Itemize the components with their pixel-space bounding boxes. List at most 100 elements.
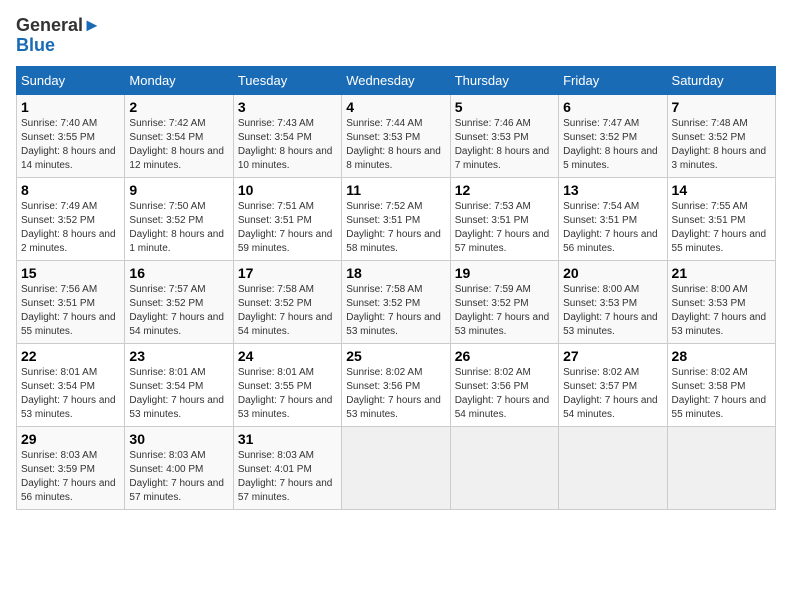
day-info: Sunrise: 8:00 AMSunset: 3:53 PMDaylight:…	[672, 284, 767, 337]
day-number: 17	[238, 265, 337, 281]
calendar-cell: 10 Sunrise: 7:51 AMSunset: 3:51 PMDaylig…	[233, 177, 341, 260]
calendar-cell: 4 Sunrise: 7:44 AMSunset: 3:53 PMDayligh…	[342, 94, 450, 177]
calendar-week-row: 1 Sunrise: 7:40 AMSunset: 3:55 PMDayligh…	[17, 94, 776, 177]
day-number: 21	[672, 265, 771, 281]
day-info: Sunrise: 7:54 AMSunset: 3:51 PMDaylight:…	[563, 201, 658, 254]
day-info: Sunrise: 7:40 AMSunset: 3:55 PMDaylight:…	[21, 118, 116, 171]
day-number: 2	[129, 99, 228, 115]
day-info: Sunrise: 8:03 AMSunset: 3:59 PMDaylight:…	[21, 450, 116, 503]
day-number: 26	[455, 348, 554, 364]
calendar-cell: 16 Sunrise: 7:57 AMSunset: 3:52 PMDaylig…	[125, 260, 233, 343]
calendar-week-row: 29 Sunrise: 8:03 AMSunset: 3:59 PMDaylig…	[17, 426, 776, 509]
logo-line2: Blue	[16, 36, 55, 56]
day-number: 4	[346, 99, 445, 115]
day-info: Sunrise: 8:03 AMSunset: 4:01 PMDaylight:…	[238, 450, 333, 503]
day-number: 20	[563, 265, 662, 281]
calendar-week-row: 22 Sunrise: 8:01 AMSunset: 3:54 PMDaylig…	[17, 343, 776, 426]
weekday-header-sunday: Sunday	[17, 66, 125, 94]
calendar-cell: 22 Sunrise: 8:01 AMSunset: 3:54 PMDaylig…	[17, 343, 125, 426]
logo-text-block: General► Blue	[16, 16, 101, 56]
day-number: 30	[129, 431, 228, 447]
day-info: Sunrise: 8:01 AMSunset: 3:54 PMDaylight:…	[129, 367, 224, 420]
calendar-cell: 13 Sunrise: 7:54 AMSunset: 3:51 PMDaylig…	[559, 177, 667, 260]
day-number: 1	[21, 99, 120, 115]
calendar-cell: 23 Sunrise: 8:01 AMSunset: 3:54 PMDaylig…	[125, 343, 233, 426]
calendar-cell: 24 Sunrise: 8:01 AMSunset: 3:55 PMDaylig…	[233, 343, 341, 426]
day-info: Sunrise: 7:44 AMSunset: 3:53 PMDaylight:…	[346, 118, 441, 171]
day-number: 18	[346, 265, 445, 281]
day-number: 6	[563, 99, 662, 115]
day-info: Sunrise: 8:01 AMSunset: 3:55 PMDaylight:…	[238, 367, 333, 420]
weekday-header-friday: Friday	[559, 66, 667, 94]
day-number: 3	[238, 99, 337, 115]
calendar-week-row: 15 Sunrise: 7:56 AMSunset: 3:51 PMDaylig…	[17, 260, 776, 343]
calendar-cell: 31 Sunrise: 8:03 AMSunset: 4:01 PMDaylig…	[233, 426, 341, 509]
calendar-cell: 1 Sunrise: 7:40 AMSunset: 3:55 PMDayligh…	[17, 94, 125, 177]
day-number: 16	[129, 265, 228, 281]
day-number: 12	[455, 182, 554, 198]
calendar-cell: 28 Sunrise: 8:02 AMSunset: 3:58 PMDaylig…	[667, 343, 775, 426]
calendar-cell: 30 Sunrise: 8:03 AMSunset: 4:00 PMDaylig…	[125, 426, 233, 509]
day-number: 29	[21, 431, 120, 447]
day-number: 7	[672, 99, 771, 115]
day-info: Sunrise: 8:02 AMSunset: 3:58 PMDaylight:…	[672, 367, 767, 420]
calendar-cell: 7 Sunrise: 7:48 AMSunset: 3:52 PMDayligh…	[667, 94, 775, 177]
day-info: Sunrise: 7:58 AMSunset: 3:52 PMDaylight:…	[238, 284, 333, 337]
calendar-cell: 25 Sunrise: 8:02 AMSunset: 3:56 PMDaylig…	[342, 343, 450, 426]
day-info: Sunrise: 7:56 AMSunset: 3:51 PMDaylight:…	[21, 284, 116, 337]
logo-line1: General►	[16, 16, 101, 36]
weekday-header-wednesday: Wednesday	[342, 66, 450, 94]
day-info: Sunrise: 8:02 AMSunset: 3:57 PMDaylight:…	[563, 367, 658, 420]
calendar-cell: 29 Sunrise: 8:03 AMSunset: 3:59 PMDaylig…	[17, 426, 125, 509]
weekday-header-thursday: Thursday	[450, 66, 558, 94]
calendar-cell: 18 Sunrise: 7:58 AMSunset: 3:52 PMDaylig…	[342, 260, 450, 343]
calendar-cell: 26 Sunrise: 8:02 AMSunset: 3:56 PMDaylig…	[450, 343, 558, 426]
day-number: 27	[563, 348, 662, 364]
day-info: Sunrise: 7:43 AMSunset: 3:54 PMDaylight:…	[238, 118, 333, 171]
weekday-header-row: SundayMondayTuesdayWednesdayThursdayFrid…	[17, 66, 776, 94]
calendar-table: SundayMondayTuesdayWednesdayThursdayFrid…	[16, 66, 776, 510]
day-info: Sunrise: 7:53 AMSunset: 3:51 PMDaylight:…	[455, 201, 550, 254]
day-number: 24	[238, 348, 337, 364]
day-info: Sunrise: 8:01 AMSunset: 3:54 PMDaylight:…	[21, 367, 116, 420]
calendar-cell: 15 Sunrise: 7:56 AMSunset: 3:51 PMDaylig…	[17, 260, 125, 343]
calendar-cell	[559, 426, 667, 509]
day-info: Sunrise: 7:48 AMSunset: 3:52 PMDaylight:…	[672, 118, 767, 171]
calendar-cell: 6 Sunrise: 7:47 AMSunset: 3:52 PMDayligh…	[559, 94, 667, 177]
day-info: Sunrise: 8:03 AMSunset: 4:00 PMDaylight:…	[129, 450, 224, 503]
day-number: 10	[238, 182, 337, 198]
weekday-header-monday: Monday	[125, 66, 233, 94]
calendar-cell: 8 Sunrise: 7:49 AMSunset: 3:52 PMDayligh…	[17, 177, 125, 260]
day-info: Sunrise: 7:58 AMSunset: 3:52 PMDaylight:…	[346, 284, 441, 337]
day-info: Sunrise: 7:47 AMSunset: 3:52 PMDaylight:…	[563, 118, 658, 171]
day-number: 22	[21, 348, 120, 364]
day-info: Sunrise: 7:50 AMSunset: 3:52 PMDaylight:…	[129, 201, 224, 254]
day-number: 14	[672, 182, 771, 198]
day-number: 11	[346, 182, 445, 198]
day-number: 25	[346, 348, 445, 364]
day-info: Sunrise: 8:02 AMSunset: 3:56 PMDaylight:…	[455, 367, 550, 420]
calendar-cell	[667, 426, 775, 509]
weekday-header-tuesday: Tuesday	[233, 66, 341, 94]
calendar-cell	[450, 426, 558, 509]
day-number: 19	[455, 265, 554, 281]
day-info: Sunrise: 8:00 AMSunset: 3:53 PMDaylight:…	[563, 284, 658, 337]
logo: General► Blue	[16, 16, 101, 56]
day-number: 31	[238, 431, 337, 447]
calendar-cell: 27 Sunrise: 8:02 AMSunset: 3:57 PMDaylig…	[559, 343, 667, 426]
calendar-cell: 21 Sunrise: 8:00 AMSunset: 3:53 PMDaylig…	[667, 260, 775, 343]
calendar-cell: 2 Sunrise: 7:42 AMSunset: 3:54 PMDayligh…	[125, 94, 233, 177]
weekday-header-saturday: Saturday	[667, 66, 775, 94]
calendar-cell: 17 Sunrise: 7:58 AMSunset: 3:52 PMDaylig…	[233, 260, 341, 343]
calendar-cell: 5 Sunrise: 7:46 AMSunset: 3:53 PMDayligh…	[450, 94, 558, 177]
day-number: 28	[672, 348, 771, 364]
calendar-cell	[342, 426, 450, 509]
page-header: General► Blue	[16, 16, 776, 56]
day-number: 13	[563, 182, 662, 198]
day-info: Sunrise: 7:55 AMSunset: 3:51 PMDaylight:…	[672, 201, 767, 254]
day-info: Sunrise: 8:02 AMSunset: 3:56 PMDaylight:…	[346, 367, 441, 420]
day-info: Sunrise: 7:59 AMSunset: 3:52 PMDaylight:…	[455, 284, 550, 337]
day-number: 23	[129, 348, 228, 364]
day-number: 5	[455, 99, 554, 115]
day-info: Sunrise: 7:49 AMSunset: 3:52 PMDaylight:…	[21, 201, 116, 254]
